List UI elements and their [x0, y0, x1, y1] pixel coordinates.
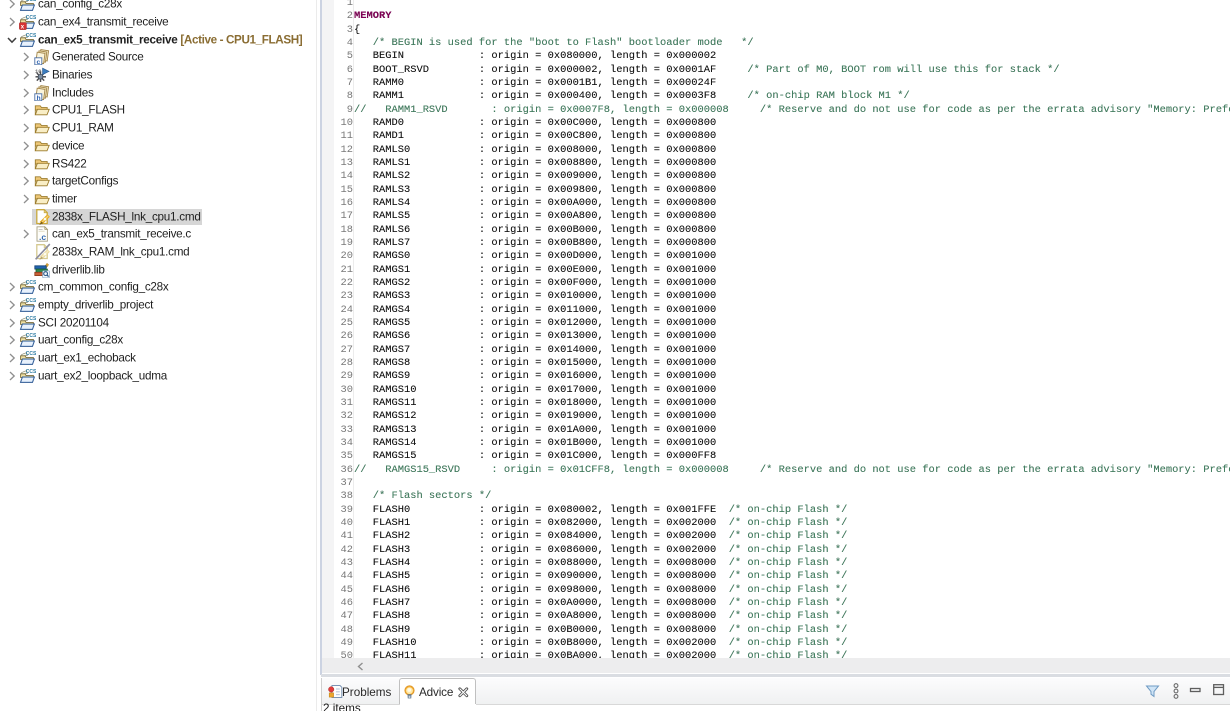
svg-text:CCS: CCS — [26, 33, 36, 39]
svg-text:CCS: CCS — [26, 351, 36, 357]
svg-text:CCS: CCS — [26, 0, 36, 3]
svg-text:CCS: CCS — [26, 298, 36, 304]
svg-text:CCS: CCS — [26, 15, 36, 21]
svg-text:.c: .c — [39, 232, 46, 242]
svg-text:CCS: CCS — [26, 280, 36, 286]
svg-text:CCS: CCS — [26, 316, 36, 322]
svg-text:CCS: CCS — [26, 333, 36, 339]
svg-text:c: c — [37, 59, 41, 65]
svg-text:CCS: CCS — [26, 369, 36, 375]
svg-text:h: h — [37, 95, 41, 101]
